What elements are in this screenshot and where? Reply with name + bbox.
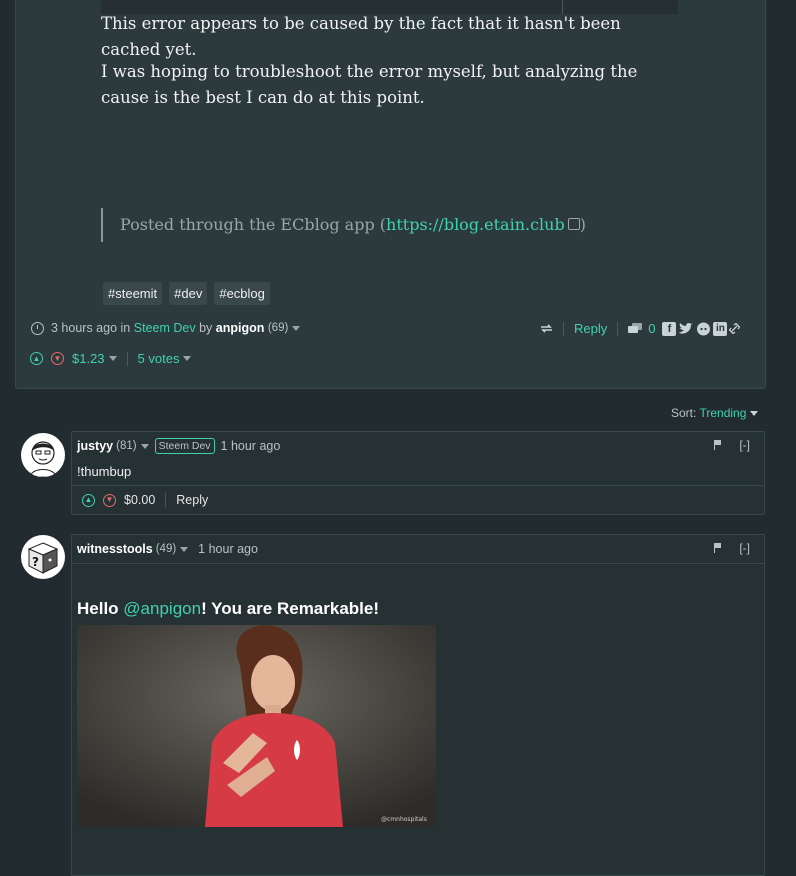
clock-icon [31, 321, 44, 335]
upvote-icon[interactable]: ▲ [82, 493, 95, 507]
post-time[interactable]: 3 hours ago [51, 321, 117, 335]
twitter-icon[interactable] [678, 322, 694, 336]
comment-time[interactable]: 1 hour ago [198, 542, 258, 556]
tag-dev[interactable]: #dev [169, 282, 208, 305]
author-link[interactable]: anpigon [216, 321, 265, 335]
ecblog-link[interactable]: https://blog.etain.club [386, 215, 565, 234]
comment-count[interactable]: 0 [648, 321, 655, 336]
comment-author[interactable]: justyy [77, 439, 113, 453]
author-menu-caret-icon[interactable] [140, 443, 149, 449]
collapse-button[interactable]: [-] [739, 541, 750, 555]
post-paragraph-2: I was hoping to troubleshoot the error m… [101, 62, 638, 107]
votes-count[interactable]: 5 votes [138, 351, 180, 366]
mention-link[interactable]: @anpigon [123, 599, 201, 618]
post-actions: Reply 0 f in [540, 321, 741, 336]
flag-icon[interactable] [714, 440, 723, 450]
remarkable-gif-image: @cmnhospitals [77, 625, 436, 827]
linkedin-icon[interactable]: in [713, 321, 728, 336]
reblog-icon[interactable] [540, 323, 553, 334]
upvote-icon[interactable]: ▲ [30, 352, 43, 365]
author-menu-caret-icon[interactable] [292, 325, 301, 331]
comment-payout[interactable]: $0.00 [124, 493, 155, 507]
comment-greeting: Hello @anpigon! You are Remarkable! [77, 599, 380, 618]
quote-suffix: ) [579, 215, 586, 234]
downvote-icon[interactable]: ▼ [51, 352, 64, 365]
comment-body: !thumbup [77, 464, 132, 479]
facebook-icon[interactable]: f [662, 321, 677, 336]
avatar-justyy[interactable] [21, 433, 65, 477]
comments-icon[interactable] [628, 322, 643, 335]
quote-prefix: Posted through the ECblog app ( [120, 215, 387, 234]
link-icon[interactable] [729, 323, 741, 334]
comment-footer: ▲ ▼ $0.00 Reply [72, 485, 764, 514]
comment-author[interactable]: witnesstools [77, 542, 153, 556]
comment-header: justyy (81) Steem Dev 1 hour ago [-] [72, 432, 764, 460]
gif-watermark: @cmnhospitals [381, 816, 427, 823]
post-vote-row: ▲ ▼ $1.23 5 votes [30, 351, 192, 366]
community-badge: Steem Dev [154, 438, 215, 454]
author-menu-caret-icon[interactable] [180, 546, 189, 552]
votes-caret-icon[interactable] [183, 356, 192, 361]
external-link-icon [567, 218, 580, 230]
collapse-button[interactable]: [-] [739, 438, 750, 452]
payout-caret-icon[interactable] [108, 356, 117, 361]
posted-through-quote: Posted through the ECblog app (https://b… [101, 208, 586, 242]
tag-steemit[interactable]: #steemit [103, 282, 163, 305]
downvote-icon[interactable]: ▼ [103, 493, 116, 507]
tag-ecblog[interactable]: #ecblog [214, 282, 270, 305]
sort-label: Sort: [671, 406, 697, 420]
svg-text:?: ? [32, 555, 39, 569]
post-meta: 3 hours ago in Steem Dev by anpigon (69) [31, 321, 301, 335]
comment-header: witnesstools (49) 1 hour ago [-] [72, 535, 764, 564]
post-payout[interactable]: $1.23 [72, 351, 105, 366]
comment-reputation: (49) [155, 543, 177, 555]
reddit-icon[interactable] [696, 322, 711, 336]
post-paragraph-1: This error appears to be caused by the f… [101, 14, 621, 59]
comment-reply-button[interactable]: Reply [176, 493, 208, 507]
comment-time[interactable]: 1 hour ago [221, 439, 281, 453]
sort-value[interactable]: Trending [699, 406, 746, 420]
flag-icon[interactable] [714, 543, 723, 553]
sort-caret-icon[interactable] [750, 411, 759, 417]
sort-control[interactable]: Sort: Trending [671, 406, 759, 420]
author-reputation: (69) [267, 322, 289, 334]
avatar-witnesstools[interactable]: ? [21, 535, 65, 579]
comment-justyy: justyy (81) Steem Dev 1 hour ago [-] !th… [71, 431, 765, 515]
reply-button[interactable]: Reply [574, 321, 607, 336]
community-link[interactable]: Steem Dev [134, 321, 196, 335]
tag-list: #steemit #dev #ecblog [103, 282, 270, 305]
comment-reputation: (81) [116, 440, 137, 452]
